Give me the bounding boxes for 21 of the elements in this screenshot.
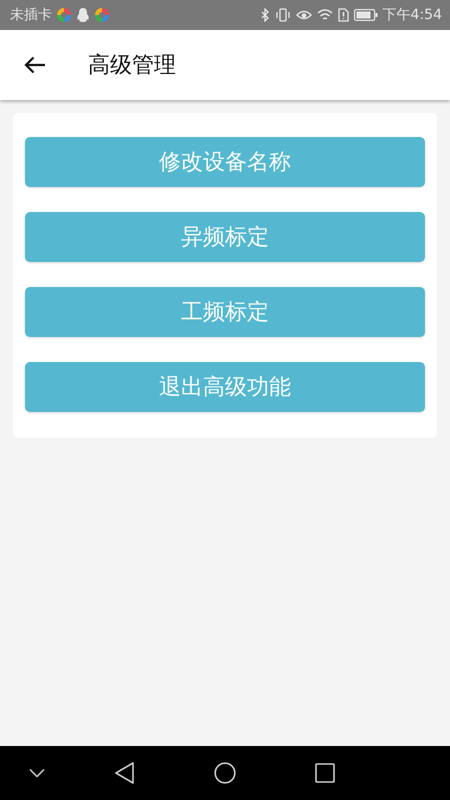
action-button[interactable]: 退出高级功能 [25, 362, 425, 412]
collapse-icon[interactable] [29, 768, 45, 778]
vibrate-icon [274, 8, 291, 22]
page-title: 高级管理 [88, 52, 176, 80]
app-logo-icon [94, 7, 110, 23]
action-button[interactable]: 修改设备名称 [25, 137, 425, 187]
penguin-icon [76, 7, 90, 23]
action-button[interactable]: 工频标定 [25, 287, 425, 337]
carrier-text: 未插卡 [10, 6, 52, 24]
sim-alert-icon [338, 8, 349, 22]
eye-icon [296, 8, 312, 22]
wifi-icon [316, 8, 333, 22]
battery-icon [354, 9, 378, 21]
clock-text: 下午4:54 [382, 6, 442, 24]
action-button[interactable]: 异频标定 [25, 212, 425, 262]
bluetooth-icon [260, 8, 270, 22]
home-icon[interactable] [214, 762, 236, 784]
back-icon[interactable] [115, 762, 135, 784]
app-logo-icon [56, 7, 72, 23]
recent-apps-icon[interactable] [315, 763, 335, 783]
back-arrow-icon [24, 56, 46, 74]
